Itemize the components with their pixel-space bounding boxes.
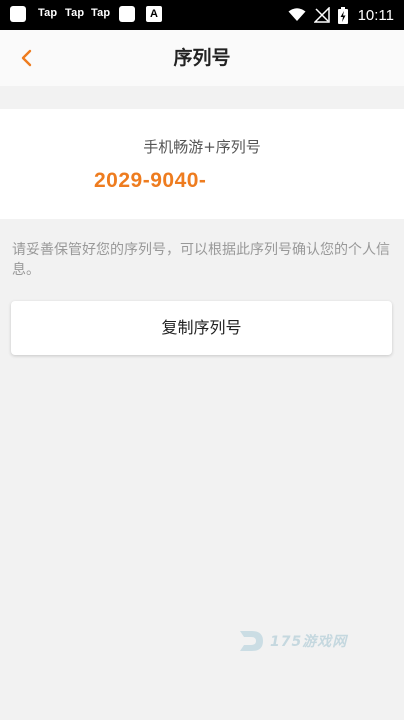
status-icons: 10:11 bbox=[288, 0, 394, 30]
watermark-text: 175游戏网 bbox=[270, 634, 348, 650]
copy-serial-button[interactable]: 复制序列号 bbox=[11, 301, 392, 355]
title-bar: 序列号 bbox=[0, 30, 404, 86]
no-signal-icon bbox=[313, 7, 330, 23]
page-title: 序列号 bbox=[173, 47, 231, 69]
watermark: 175游戏网 bbox=[236, 626, 347, 656]
clock: 10:11 bbox=[357, 6, 394, 24]
serial-label: 手机畅游+序列号 bbox=[143, 138, 261, 156]
tap-notification-2: Tap bbox=[65, 7, 85, 19]
a-notification-icon: A bbox=[146, 6, 162, 22]
serial-number: 2029-9040- bbox=[94, 169, 207, 192]
tap-notification-3: Tap bbox=[91, 7, 111, 19]
wifi-icon bbox=[288, 8, 306, 21]
serial-card: 手机畅游+序列号 2029-9040- bbox=[0, 109, 404, 219]
tap-notification-1: Tap bbox=[38, 7, 58, 19]
watermark-logo-icon bbox=[240, 631, 263, 651]
battery-charging-icon bbox=[337, 6, 348, 24]
app-notification-icon bbox=[10, 6, 26, 22]
app-notification-icon-2 bbox=[119, 6, 135, 22]
tip-text: 请妥善保管好您的序列号，可以根据此序列号确认您的个人信息。 bbox=[12, 242, 390, 278]
status-bar: Tap Tap Tap A 10:11 bbox=[0, 0, 404, 30]
